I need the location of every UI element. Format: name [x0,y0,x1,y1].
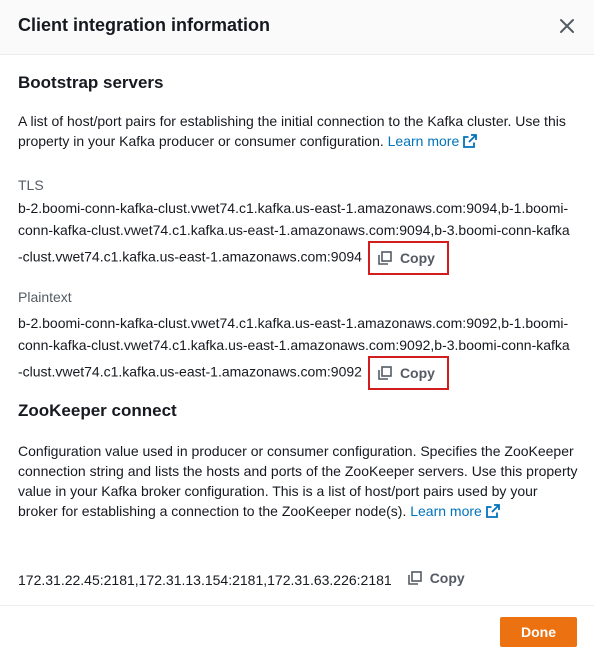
client-integration-modal: Client integration information Bootstrap… [0,0,594,653]
modal-title: Client integration information [18,15,270,35]
zookeeper-description: Configuration value used in producer or … [18,441,578,521]
done-button[interactable]: Done [500,617,577,647]
zookeeper-heading: ZooKeeper connect [18,401,177,420]
bootstrap-description: A list of host/port pairs for establishi… [18,111,574,151]
tls-value: b-2.boomi-conn-kafka-clust.vwet74.c1.kaf… [18,200,570,265]
plaintext-value-block: b-2.boomi-conn-kafka-clust.vwet74.c1.kaf… [18,312,574,390]
bootstrap-heading: Bootstrap servers [18,73,164,92]
close-icon [560,19,574,33]
tls-copy-button[interactable]: Copy [367,241,449,275]
copy-icon [378,366,392,380]
bootstrap-learn-more-label: Learn more [387,133,460,149]
external-link-icon [485,504,500,518]
modal-header: Client integration information [0,0,594,55]
zookeeper-value-block: 172.31.22.45:2181,172.31.13.154:2181,172… [18,565,578,591]
zookeeper-learn-more-label: Learn more [410,503,482,519]
external-link-icon [463,134,478,148]
tls-copy-label: Copy [399,250,435,266]
bootstrap-section: Bootstrap servers [18,72,578,94]
bootstrap-learn-more-link[interactable]: Learn more [388,133,478,149]
bootstrap-description-text: A list of host/port pairs for establishi… [18,113,566,149]
zookeeper-copy-button[interactable]: Copy [402,565,471,591]
plaintext-value: b-2.boomi-conn-kafka-clust.vwet74.c1.kaf… [18,315,570,380]
copy-icon [407,571,422,585]
zookeeper-learn-more-link[interactable]: Learn more [410,503,500,519]
zookeeper-copy-label: Copy [429,570,465,586]
modal-footer: Done [0,605,594,653]
copy-icon [378,251,392,265]
zookeeper-value: 172.31.22.45:2181,172.31.13.154:2181,172… [18,572,392,588]
plaintext-copy-button[interactable]: Copy [367,356,449,390]
tls-value-block: b-2.boomi-conn-kafka-clust.vwet74.c1.kaf… [18,197,574,275]
plaintext-copy-label: Copy [399,365,435,381]
tls-label: TLS [18,177,44,193]
close-button[interactable] [555,14,579,38]
plaintext-label: Plaintext [18,289,72,305]
